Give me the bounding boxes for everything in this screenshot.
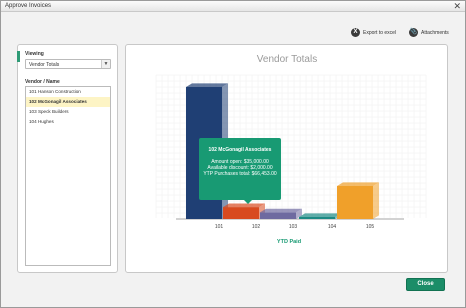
viewing-label: Viewing xyxy=(25,51,44,57)
vendor-totals-chart: Vendor Totals 101 102 103 104 105 YTD Paid xyxy=(155,54,427,245)
bar-top-102 xyxy=(223,203,265,208)
panel-accent-bar xyxy=(17,51,20,62)
bar-top-101 xyxy=(186,83,228,87)
chart-panel: Vendor Totals 101 102 103 104 105 YTD Paid xyxy=(125,44,448,273)
attachments-label: Attachments xyxy=(421,29,449,36)
vendor-list-item[interactable]: 103 Speck Builders xyxy=(26,107,110,117)
vendor-list-item-selected[interactable]: 102 McGonagil Associates xyxy=(26,97,110,107)
export-to-excel-button[interactable]: X Export to excel xyxy=(351,28,396,37)
window-title: Approve Invoices xyxy=(5,3,52,9)
tooltip-title: 102 McGonagil Associates xyxy=(208,147,272,153)
bar-105 xyxy=(337,186,373,219)
viewing-select[interactable]: Vendor Totals ▼ xyxy=(25,59,111,69)
title-bar: Approve Invoices ✕ xyxy=(1,1,465,12)
x-tick-label-104: 104 xyxy=(328,224,337,230)
bar-top-105 xyxy=(337,182,379,186)
vendor-name-label: Vendor / Name xyxy=(25,79,60,85)
window-close-icon[interactable]: ✕ xyxy=(453,1,461,12)
tooltip-ytp-purchases: YTP Purchases total: $66,453.00 xyxy=(203,171,277,177)
x-axis-label: YTD Paid xyxy=(277,239,301,245)
attachments-button[interactable]: 📎 Attachments xyxy=(409,28,449,37)
filter-panel: Viewing Vendor Totals ▼ Vendor / Name 10… xyxy=(17,44,118,273)
tooltip-pointer xyxy=(244,200,252,204)
paperclip-icon: 📎 xyxy=(409,28,418,37)
x-tick-label-101: 101 xyxy=(215,224,224,230)
bar-top-104 xyxy=(299,213,341,217)
close-button[interactable]: Close xyxy=(406,278,445,291)
x-tick-label-105: 105 xyxy=(366,224,375,230)
bar-side-105 xyxy=(373,182,379,219)
approve-invoices-window: Approve Invoices ✕ X Export to excel 📎 A… xyxy=(0,0,466,308)
export-to-excel-label: Export to excel xyxy=(363,29,397,36)
bar-tooltip: 102 McGonagil Associates Amount open: $3… xyxy=(199,138,281,204)
bar-top-103 xyxy=(260,208,302,213)
vendor-list-item[interactable]: 101 Hanson Construction xyxy=(26,87,110,97)
x-tick-label-102: 102 xyxy=(252,224,261,230)
bar-102 xyxy=(223,207,259,219)
chart-title: Vendor Totals xyxy=(257,54,317,65)
bar-103 xyxy=(260,212,296,219)
x-tick-label-103: 103 xyxy=(289,224,298,230)
vendor-list-item[interactable]: 104 Hughes xyxy=(26,117,110,127)
bar-104 xyxy=(299,217,335,219)
chevron-down-icon[interactable]: ▼ xyxy=(101,60,110,68)
vendor-list: 101 Hanson Construction 102 McGonagil As… xyxy=(25,86,111,266)
viewing-select-value: Vendor Totals xyxy=(29,62,60,68)
excel-icon: X xyxy=(351,28,360,37)
